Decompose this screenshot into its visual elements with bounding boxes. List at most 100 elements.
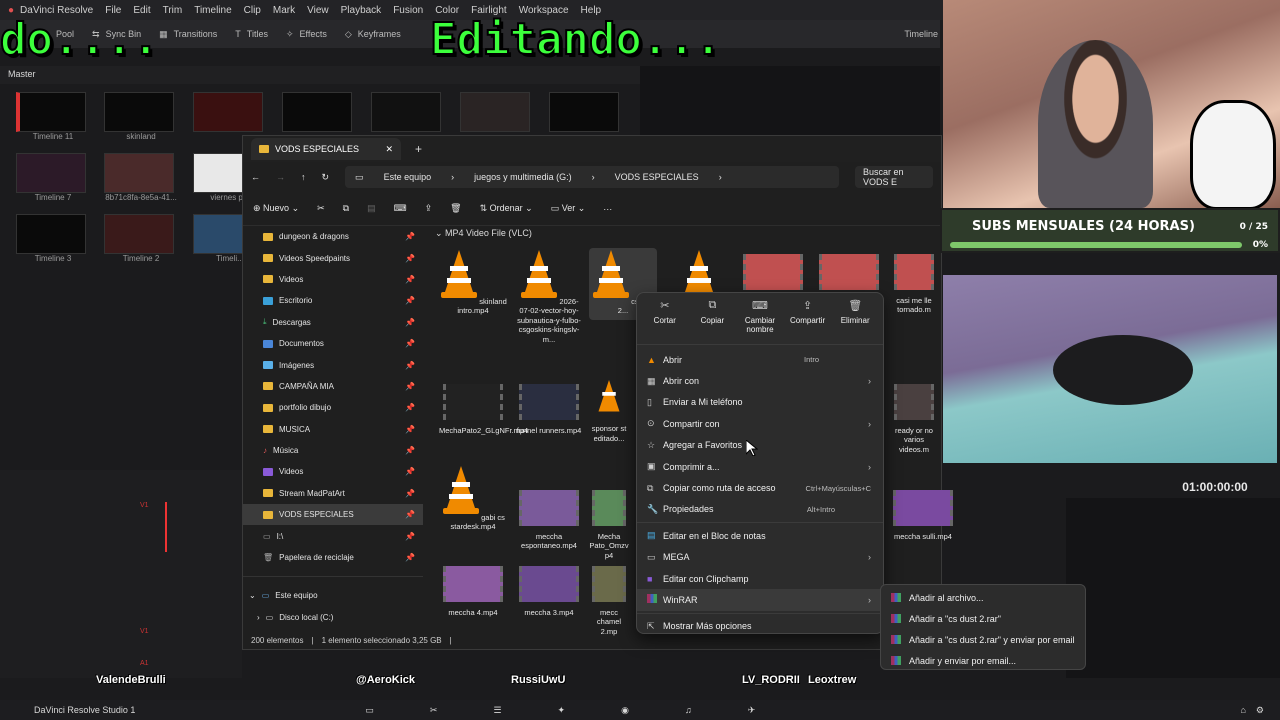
media-thumb[interactable]: Timeline 2 [104, 214, 186, 263]
submenu-item[interactable]: Añadir al archivo... [881, 587, 1085, 608]
file-item[interactable]: Mecha Pato_Omzv p4 [589, 484, 629, 560]
menu-item-clipchamp[interactable]: ■ Editar con Clipchamp [637, 568, 883, 589]
nav-item-selected[interactable]: VODS ESPECIALES 📌 [243, 504, 423, 526]
back-icon[interactable]: ← [251, 172, 260, 182]
nav-item[interactable]: ⤓ Descargas 📌 [243, 312, 423, 333]
menu-item-compress[interactable]: ▣ Comprimir a... › [637, 456, 883, 477]
submenu-item[interactable]: Añadir a "cs dust 2.rar" [881, 608, 1085, 629]
gear-icon[interactable]: ⚙ [1256, 705, 1264, 716]
fairlight-page-icon[interactable]: ♫ [685, 705, 692, 715]
file-item[interactable]: meccha sulli.mp4 [889, 484, 957, 541]
breadcrumb-folder[interactable]: VODS ESPECIALES [615, 172, 699, 182]
file-item[interactable]: sponsor st editado... [589, 378, 629, 443]
delete-icon[interactable]: 🗑 [450, 203, 461, 214]
view-button[interactable]: ▭ Ver ⌄ [551, 203, 586, 214]
forward-icon[interactable]: → [276, 172, 285, 182]
menu-mark[interactable]: Mark [273, 5, 295, 16]
close-icon[interactable]: ✕ [385, 144, 393, 155]
media-thumb[interactable]: skinland [104, 92, 186, 141]
nav-item[interactable]: Stream MadPatArt 📌 [243, 483, 423, 504]
nav-item[interactable]: ▭ I:\ 📌 [243, 525, 423, 546]
menu-timeline[interactable]: Timeline [194, 5, 231, 16]
playhead[interactable] [165, 502, 167, 552]
media-thumb[interactable] [371, 92, 441, 132]
nav-item[interactable]: Documentos 📌 [243, 333, 423, 354]
menu-item-favorites[interactable]: ☆ Agregar a Favoritos [637, 435, 883, 456]
nav-item[interactable]: dungeon & dragons 📌 [243, 226, 423, 247]
menu-fusion[interactable]: Fusion [393, 5, 423, 16]
edit-page-icon[interactable]: ☰ [493, 705, 501, 716]
copy-button[interactable]: ⧉ Copiar [690, 299, 734, 344]
nav-item-este-equipo[interactable]: ⌄ ▭ Este equipo [243, 585, 423, 606]
color-page-icon[interactable]: ◉ [621, 705, 629, 716]
nav-item[interactable]: MUSICA 📌 [243, 419, 423, 440]
nav-item[interactable]: Imágenes 📌 [243, 354, 423, 375]
file-item[interactable]: meccha 4.mp4 [439, 560, 507, 617]
media-thumb[interactable]: 8b71c8fa-8e5a-41... [104, 153, 186, 202]
menu-item-send-phone[interactable]: ▯ Enviar a Mi teléfono [637, 392, 883, 413]
fusion-page-icon[interactable]: ✦ [558, 705, 566, 716]
up-icon[interactable]: ↑ [301, 172, 306, 182]
refresh-icon[interactable]: ↻ [322, 172, 330, 183]
deliver-page-icon[interactable]: ✈ [748, 705, 756, 716]
file-item[interactable]: meccha 3.mp4 [515, 560, 583, 617]
nav-item[interactable]: CAMPAÑA MIA 📌 [243, 376, 423, 397]
address-field[interactable]: ▭ Este equipo › juegos y multimedia (G:) ›… [345, 166, 839, 188]
search-input[interactable]: Buscar en VODS E [855, 166, 933, 188]
nav-item[interactable]: ♪ Música 📌 [243, 440, 423, 461]
nav-item[interactable]: Videos Speedpaints 📌 [243, 247, 423, 268]
menu-item-more-options[interactable]: ⇱ Mostrar Más opciones [637, 616, 883, 637]
more-icon[interactable]: ··· [603, 204, 612, 214]
breadcrumb-este-equipo[interactable]: Este equipo [384, 172, 432, 182]
menu-playback[interactable]: Playback [341, 5, 382, 16]
file-item[interactable] [739, 248, 807, 296]
menu-item-mega[interactable]: ▭ MEGA › [637, 547, 883, 568]
toolbar-timeline[interactable]: Timeline [904, 29, 938, 39]
submenu-item[interactable]: Añadir y enviar por email... [881, 650, 1085, 671]
media-thumb[interactable]: Timeline 11 [16, 92, 98, 141]
menu-clip[interactable]: Clip [244, 5, 261, 16]
media-thumb[interactable]: Timeline 3 [16, 214, 98, 263]
cut-icon[interactable]: ✂ [317, 203, 325, 214]
nav-item[interactable]: Escritorio 📌 [243, 290, 423, 311]
media-thumb[interactable]: Timeline 7 [16, 153, 98, 202]
media-thumb[interactable] [282, 92, 352, 132]
menu-item-copy-path[interactable]: ⧉ Copiar como ruta de acceso Ctrl+Mayúscul… [637, 477, 883, 498]
new-tab-icon[interactable]: + [415, 142, 422, 156]
file-item[interactable]: 2026-07-02-vector-hoy-subnautica-y-fulbo… [515, 248, 583, 344]
nav-item-disco-local[interactable]: › ▭ Disco local (C:) [243, 607, 423, 628]
file-item[interactable] [815, 248, 883, 296]
sort-button[interactable]: ⇅ Ordenar ⌄ [480, 203, 533, 214]
toolbar-effects[interactable]: ✧ Effects [286, 29, 327, 40]
rename-icon[interactable]: ⌨ [394, 203, 407, 214]
menu-item-open-with[interactable]: ▦ Abrir con › [637, 370, 883, 391]
share-button[interactable]: ⇪ Compartir [786, 299, 830, 344]
menu-trim[interactable]: Trim [163, 5, 183, 16]
menu-item-share-with[interactable]: ⊙ Compartir con › [637, 413, 883, 434]
new-button[interactable]: ⊕ Nuevo ⌄ [253, 203, 299, 214]
toolbar-titles[interactable]: T Titles [235, 29, 268, 39]
file-item[interactable]: casi me lle tornado.m [889, 248, 939, 315]
rename-button[interactable]: ⌨ Cambiar nombre [738, 299, 782, 344]
share-icon[interactable]: ⇪ [425, 203, 433, 214]
toolbar-transitions[interactable]: ▦ Transitions [159, 29, 217, 40]
menu-item-open[interactable]: ▲ Abrir Intro [637, 349, 883, 370]
file-item[interactable]: mecc chamel 2.mp [589, 560, 629, 636]
nav-item[interactable]: Videos 📌 [243, 269, 423, 290]
copy-icon[interactable]: ⧉ [343, 203, 349, 214]
nav-item[interactable]: 🗑 Papelera de reciclaje 📌 [243, 547, 423, 568]
file-item[interactable]: gabi cs stardesk.mp4 [439, 464, 507, 532]
nav-item[interactable]: Videos 📌 [243, 461, 423, 482]
media-thumb[interactable] [549, 92, 619, 132]
file-item[interactable]: funnel runners.mp4 [515, 378, 583, 435]
nav-item[interactable]: portfolio dibujo 📌 [243, 397, 423, 418]
file-item[interactable]: meccha espontaneo.mp4 [515, 484, 583, 551]
menu-view[interactable]: View [307, 5, 329, 16]
breadcrumb-drive[interactable]: juegos y multimedia (G:) [474, 172, 572, 182]
delete-button[interactable]: 🗑 Eliminar [833, 299, 877, 344]
file-item[interactable]: MechaPato2_GLgNFr.mp4 [439, 378, 528, 435]
file-item[interactable]: ready or no varios videos.m [889, 378, 939, 454]
cut-button[interactable]: ✂ Cortar [643, 299, 687, 344]
media-thumb[interactable] [460, 92, 530, 132]
explorer-tab[interactable]: VODS ESPECIALES ✕ [251, 138, 401, 160]
